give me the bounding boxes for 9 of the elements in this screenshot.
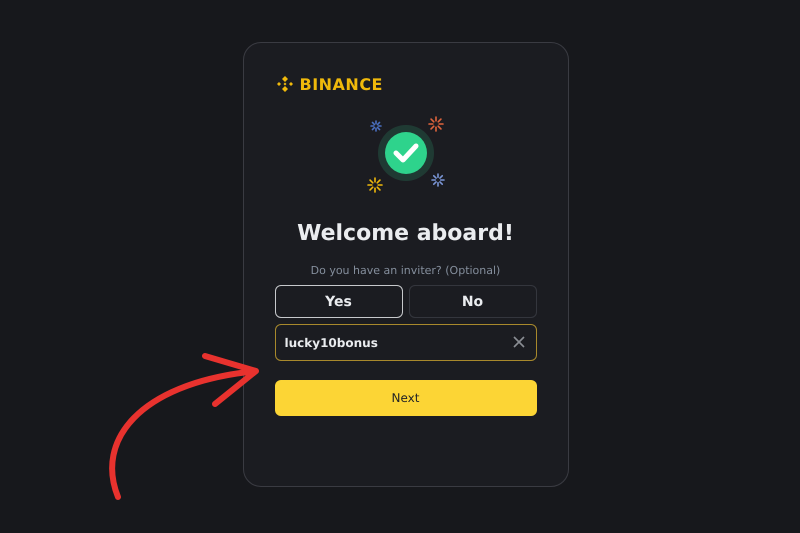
clear-icon[interactable] [512,336,524,348]
choice-button[interactable]: Yes [274,285,402,318]
diamond-logo-icon [274,74,294,94]
brand-name: BINANCE [300,74,383,94]
inviter-question: Do you have an inviter? (Optional) [310,264,502,277]
choice-button[interactable]: No [408,285,536,318]
next-button[interactable]: Next [274,380,536,416]
referral-code-field[interactable]: lucky10bonus [274,324,536,361]
welcome-title: Welcome aboard! [296,221,515,246]
